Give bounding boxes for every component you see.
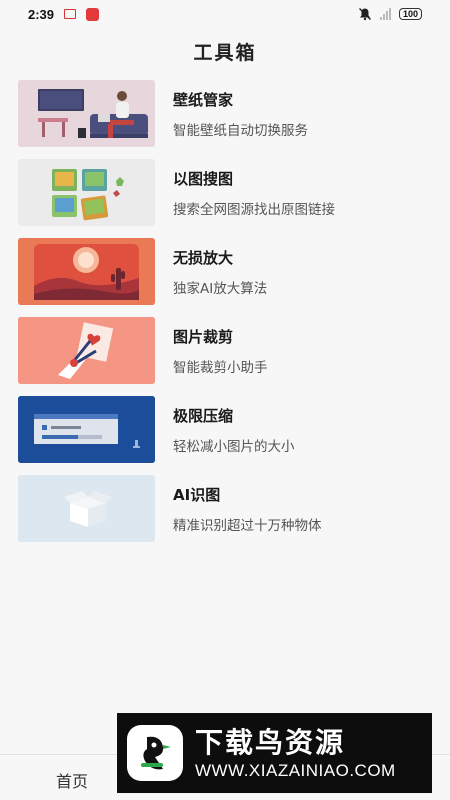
signal-icon bbox=[379, 8, 391, 20]
tool-title: 极限压缩 bbox=[173, 406, 234, 425]
compress-thumbnail bbox=[18, 396, 155, 463]
tool-title: AI识图 bbox=[173, 485, 221, 504]
tool-text: 极限压缩 轻松减小图片的大小 bbox=[173, 405, 295, 455]
tool-text: 无损放大 独家AI放大算法 bbox=[173, 247, 267, 297]
upscale-thumbnail bbox=[18, 238, 155, 305]
watermark-banner: 下载鸟资源 WWW.XIAZAINIAO.COM bbox=[117, 713, 432, 793]
crop-thumbnail bbox=[18, 317, 155, 384]
tool-item-lossless-upscale[interactable]: 无损放大 独家AI放大算法 bbox=[18, 232, 432, 311]
status-time: 2:39 bbox=[28, 6, 55, 22]
tool-title: 以图搜图 bbox=[173, 169, 234, 188]
tool-item-ai-recognize[interactable]: AI识图 精准识别超过十万种物体 bbox=[18, 469, 432, 548]
nav-home-tab[interactable]: 首页 bbox=[56, 768, 88, 792]
app-notification-icon bbox=[86, 7, 100, 21]
tool-desc: 轻松减小图片的大小 bbox=[173, 438, 295, 455]
tool-text: AI识图 精准识别超过十万种物体 bbox=[173, 484, 322, 534]
tool-desc: 智能壁纸自动切换服务 bbox=[173, 122, 308, 139]
image-search-thumbnail bbox=[18, 159, 155, 226]
status-left: 2:39 bbox=[28, 6, 100, 22]
tool-text: 以图搜图 搜索全网图源找出原图链接 bbox=[173, 168, 335, 218]
screen-cast-icon bbox=[64, 9, 77, 19]
tool-title: 图片裁剪 bbox=[173, 327, 234, 346]
status-bar: 2:39 100 bbox=[0, 0, 450, 28]
tool-desc: 独家AI放大算法 bbox=[173, 280, 268, 297]
tool-item-image-search[interactable]: 以图搜图 搜索全网图源找出原图链接 bbox=[18, 153, 432, 232]
tool-item-image-crop[interactable]: 图片裁剪 智能裁剪小助手 bbox=[18, 311, 432, 390]
watermark-title: 下载鸟资源 bbox=[195, 726, 346, 759]
tool-title: 壁纸管家 bbox=[173, 90, 234, 109]
mute-bell-icon bbox=[358, 8, 371, 21]
watermark-text: 下载鸟资源 WWW.XIAZAINIAO.COM bbox=[195, 725, 396, 781]
watermark-logo bbox=[127, 725, 183, 781]
tool-desc: 搜索全网图源找出原图链接 bbox=[173, 201, 335, 218]
watermark-url: WWW.XIAZAINIAO.COM bbox=[195, 761, 396, 780]
tool-desc: 精准识别超过十万种物体 bbox=[173, 517, 322, 534]
battery-indicator: 100 bbox=[398, 8, 422, 20]
page-title: 工具箱 bbox=[193, 42, 257, 64]
tool-list: 壁纸管家 智能壁纸自动切换服务 以图搜图 搜索全网图源找出原图链接 无损放大 独… bbox=[0, 74, 450, 548]
tool-text: 图片裁剪 智能裁剪小助手 bbox=[173, 326, 268, 376]
tool-item-wallpaper[interactable]: 壁纸管家 智能壁纸自动切换服务 bbox=[18, 74, 432, 153]
status-right: 100 bbox=[358, 7, 422, 21]
tool-desc: 智能裁剪小助手 bbox=[173, 359, 268, 376]
wallpaper-thumbnail bbox=[18, 80, 155, 147]
ai-recognize-thumbnail bbox=[18, 475, 155, 542]
tool-text: 壁纸管家 智能壁纸自动切换服务 bbox=[173, 89, 308, 139]
tool-item-compress[interactable]: 极限压缩 轻松减小图片的大小 bbox=[18, 390, 432, 469]
tool-title: 无损放大 bbox=[173, 248, 234, 267]
